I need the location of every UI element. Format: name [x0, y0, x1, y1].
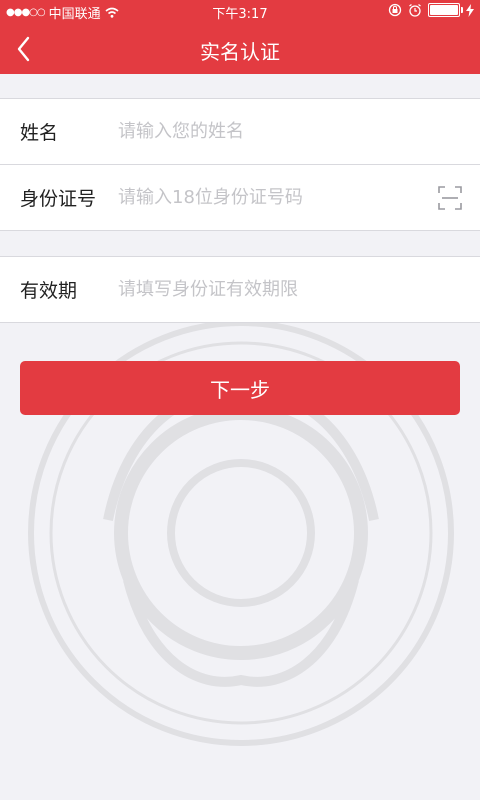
navigation-bar: 实名认证 — [0, 24, 480, 74]
id-number-row: 身份证号 — [0, 164, 480, 230]
name-row: 姓名 — [0, 99, 480, 164]
alarm-icon — [409, 4, 421, 17]
validity-label: 有效期 — [20, 280, 78, 302]
status-bar: ●●●○○ 中国联通 下午3:17 — [0, 0, 480, 24]
identity-form-group: 姓名 身份证号 — [0, 98, 480, 231]
scan-id-button[interactable] — [438, 185, 462, 210]
next-step-button[interactable]: 下一步 — [20, 361, 460, 415]
validity-row: 有效期 — [0, 257, 480, 322]
id-number-input[interactable] — [118, 177, 438, 218]
battery-icon — [428, 3, 463, 17]
name-input[interactable] — [118, 111, 480, 152]
scan-icon — [438, 185, 462, 210]
top-bar: ●●●○○ 中国联通 下午3:17 实名认证 — [0, 0, 480, 74]
page-title: 实名认证 — [200, 40, 280, 64]
rotation-lock-icon — [388, 3, 402, 17]
charging-icon — [466, 3, 474, 17]
validity-input[interactable] — [118, 269, 480, 310]
id-number-label: 身份证号 — [20, 188, 97, 210]
name-label: 姓名 — [20, 122, 59, 144]
validity-form-group: 有效期 — [0, 256, 480, 323]
